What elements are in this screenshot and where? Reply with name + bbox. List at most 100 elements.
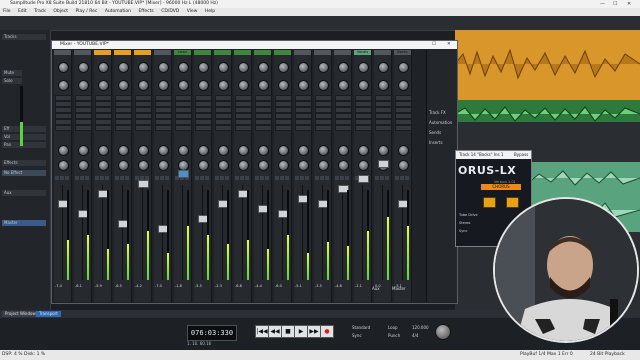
pan-knob[interactable]: [318, 145, 329, 156]
knob-control[interactable]: [238, 62, 249, 73]
stop-button[interactable]: ■: [281, 325, 295, 338]
channel-name[interactable]: [54, 50, 71, 55]
channel-name[interactable]: [294, 50, 311, 55]
insert-slot[interactable]: [335, 125, 352, 131]
knob-control[interactable]: [158, 62, 169, 73]
menu-object[interactable]: Object: [53, 9, 68, 14]
mute-solo-buttons[interactable]: [195, 176, 210, 180]
sync-label[interactable]: Sync: [352, 333, 362, 338]
panel-row-no-effect[interactable]: No Effect: [2, 170, 46, 176]
fast-forward-button[interactable]: ▶▶: [307, 325, 321, 338]
mute-solo-buttons[interactable]: [295, 176, 310, 180]
volume-fader[interactable]: [358, 175, 369, 183]
insert-slot[interactable]: [235, 125, 252, 131]
knob-control[interactable]: [58, 80, 69, 91]
menu-edit[interactable]: Edit: [18, 9, 27, 14]
pan-knob[interactable]: [138, 160, 149, 171]
panel-row-solo[interactable]: Solo: [2, 78, 22, 84]
punch-label[interactable]: Punch: [388, 333, 400, 338]
panel-row-effects[interactable]: Effects: [2, 160, 46, 166]
menu-effects[interactable]: Effects: [138, 9, 153, 14]
knob-control[interactable]: [118, 62, 129, 73]
mute-solo-buttons[interactable]: [55, 176, 70, 180]
mute-solo-buttons[interactable]: [235, 176, 250, 180]
mute-solo-buttons[interactable]: [75, 176, 90, 180]
jog-wheel[interactable]: [435, 324, 451, 340]
knob-control[interactable]: [358, 80, 369, 91]
knob-control[interactable]: [58, 62, 69, 73]
knob-control[interactable]: [258, 80, 269, 91]
mute-solo-buttons[interactable]: [95, 176, 110, 180]
side-label[interactable]: Inserts: [429, 140, 443, 145]
loop-label[interactable]: Loop: [388, 325, 398, 330]
pan-knob[interactable]: [98, 145, 109, 156]
channel-name[interactable]: [234, 50, 251, 55]
knob-control[interactable]: [318, 62, 329, 73]
insert-slot[interactable]: [315, 125, 332, 131]
channel-name[interactable]: [314, 50, 331, 55]
knob-control[interactable]: [198, 62, 209, 73]
menu-help[interactable]: Help: [205, 9, 215, 14]
panel-row-vol[interactable]: Vol: [2, 134, 46, 140]
insert-slot[interactable]: [195, 125, 212, 131]
knob-control[interactable]: [158, 80, 169, 91]
pan-knob[interactable]: [278, 160, 289, 171]
mute-solo-buttons[interactable]: [215, 176, 230, 180]
signature-readout[interactable]: 4/4: [412, 333, 418, 338]
pan-knob[interactable]: [358, 160, 369, 171]
channel-name[interactable]: Lead: [174, 50, 191, 55]
knob-control[interactable]: [98, 62, 109, 73]
pan-knob[interactable]: [178, 145, 189, 156]
knob-control[interactable]: [378, 80, 389, 91]
knob-control[interactable]: [258, 62, 269, 73]
mute-solo-buttons[interactable]: [335, 176, 350, 180]
pan-knob[interactable]: [298, 160, 309, 171]
pan-knob[interactable]: [78, 145, 89, 156]
channel-name[interactable]: [214, 50, 231, 55]
knob-control[interactable]: [358, 62, 369, 73]
channel-name[interactable]: [254, 50, 271, 55]
knob-control[interactable]: [398, 80, 409, 91]
insert-slot[interactable]: [115, 125, 132, 131]
minimize-icon[interactable]: —: [600, 0, 605, 8]
tempo-readout[interactable]: 120.000: [412, 325, 429, 330]
rewind-start-button[interactable]: |◀◀: [255, 325, 269, 338]
insert-slot[interactable]: [95, 125, 112, 131]
channel-name[interactable]: [194, 50, 211, 55]
play-button[interactable]: ▶: [294, 325, 308, 338]
knob-control[interactable]: [98, 80, 109, 91]
pan-knob[interactable]: [298, 145, 309, 156]
insert-slot[interactable]: [215, 125, 232, 131]
knob-control[interactable]: [238, 80, 249, 91]
volume-fader[interactable]: [378, 160, 389, 168]
knob-control[interactable]: [318, 80, 329, 91]
menu-cd-dvd[interactable]: CD/DVD: [161, 9, 179, 14]
channel-name[interactable]: [274, 50, 291, 55]
pan-knob[interactable]: [338, 145, 349, 156]
pan-knob[interactable]: [218, 160, 229, 171]
pan-knob[interactable]: [118, 145, 129, 156]
menu-file[interactable]: File: [3, 9, 11, 14]
standard-label[interactable]: Standard: [352, 325, 370, 330]
channel-name[interactable]: [374, 50, 391, 55]
insert-slot[interactable]: [155, 125, 172, 131]
mute-solo-buttons[interactable]: [115, 176, 130, 180]
knob-control[interactable]: [278, 80, 289, 91]
pan-knob[interactable]: [158, 160, 169, 171]
mute-solo-buttons[interactable]: [255, 176, 270, 180]
audio-track[interactable]: [455, 100, 640, 123]
knob-control[interactable]: [118, 80, 129, 91]
rewind-button[interactable]: ◀◀: [268, 325, 282, 338]
knob-control[interactable]: [178, 80, 189, 91]
knob-control[interactable]: [378, 62, 389, 73]
pan-knob[interactable]: [98, 160, 109, 171]
mute-solo-buttons[interactable]: [275, 176, 290, 180]
panel-row-eff[interactable]: Eff: [2, 126, 46, 132]
mute-solo-buttons[interactable]: [155, 176, 170, 180]
pan-knob[interactable]: [58, 160, 69, 171]
pan-knob[interactable]: [198, 145, 209, 156]
pan-knob[interactable]: [218, 145, 229, 156]
pan-knob[interactable]: [198, 160, 209, 171]
pan-knob[interactable]: [238, 145, 249, 156]
tab-project-window[interactable]: Project Window: [2, 311, 39, 317]
